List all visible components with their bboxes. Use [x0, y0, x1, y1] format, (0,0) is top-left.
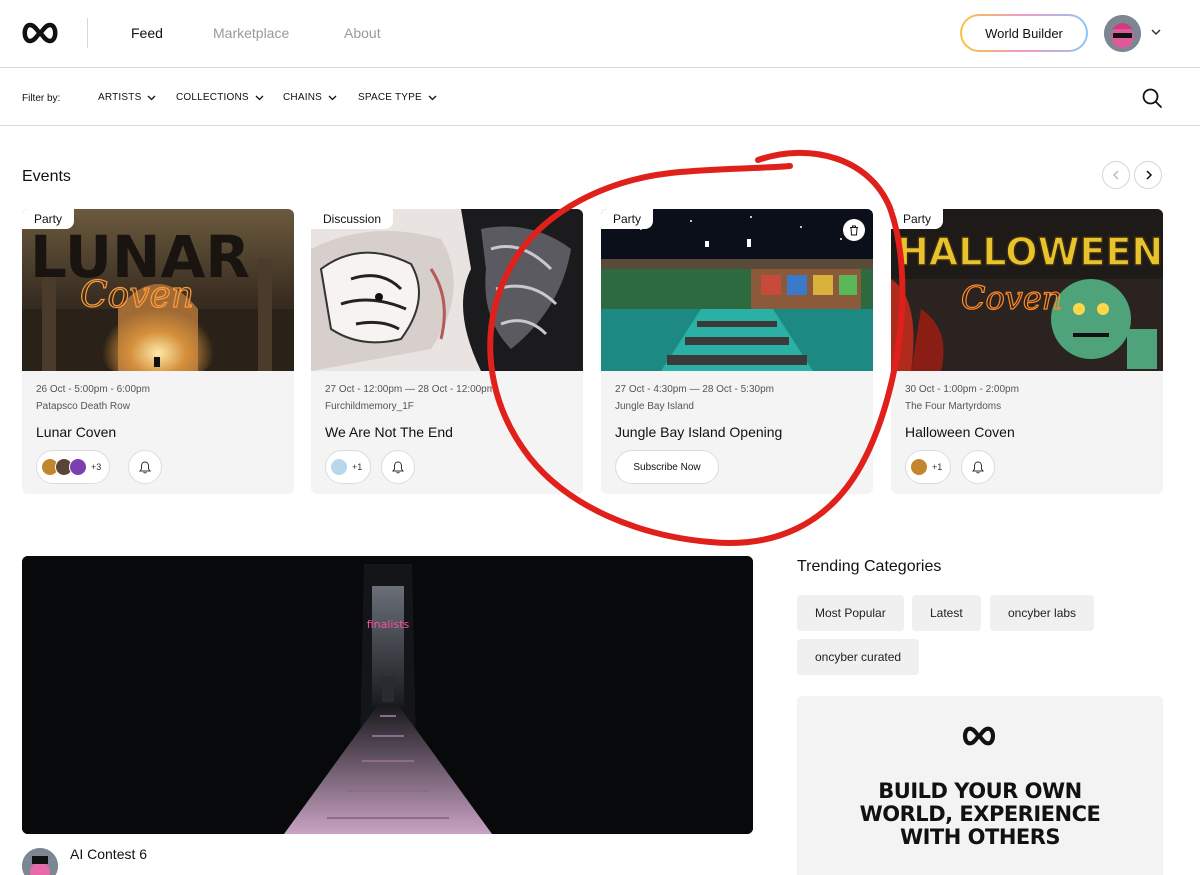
- featured-space-image[interactable]: finalists: [22, 556, 753, 834]
- attendee-count: +1: [352, 462, 363, 472]
- oncyber-logo-icon[interactable]: [20, 21, 60, 45]
- bell-icon: [972, 460, 984, 473]
- filter-artists-label: ARTISTS: [98, 92, 142, 103]
- trash-icon: [850, 225, 858, 235]
- event-title: Jungle Bay Island Opening: [615, 424, 783, 440]
- halloween-image-title: HALLOWEEN: [897, 230, 1163, 274]
- promo-line-3: WITH OTHERS: [899, 825, 1061, 849]
- account-menu-chevron-icon[interactable]: [1150, 27, 1162, 37]
- event-venue: Jungle Bay Island: [615, 401, 694, 412]
- event-image: [601, 209, 873, 371]
- event-title: Halloween Coven: [905, 424, 1015, 440]
- header-divider: [87, 18, 88, 48]
- creator-avatar[interactable]: [22, 848, 58, 875]
- promo-headline: BUILD YOUR OWN WORLD, EXPERIENCE WITH OT…: [797, 780, 1163, 849]
- event-title: Lunar Coven: [36, 424, 117, 440]
- promo-line-1: BUILD YOUR OWN: [878, 779, 1082, 803]
- notify-button[interactable]: [128, 450, 162, 484]
- halloween-image-subtitle: Coven: [961, 279, 1062, 317]
- filter-collections[interactable]: COLLECTIONS: [176, 92, 264, 103]
- event-card-we-are-not-the-end[interactable]: Discussion 27 Oct - 12:00pm — 28 Oct - 1…: [311, 209, 583, 494]
- event-venue: Furchildmemory_1F: [325, 401, 414, 412]
- filter-label: Filter by:: [22, 93, 61, 104]
- event-card-lunar-coven[interactable]: LUNAR Coven Party 26 Oct - 5:00pm - 6:00…: [22, 209, 294, 494]
- event-tag: Party: [891, 209, 944, 229]
- category-oncyber-curated[interactable]: oncyber curated: [797, 639, 920, 675]
- nav-feed[interactable]: Feed: [131, 25, 163, 41]
- event-title: We Are Not The End: [325, 424, 453, 440]
- nav-marketplace[interactable]: Marketplace: [213, 25, 289, 41]
- event-venue: The Four Martyrdoms: [905, 401, 1002, 412]
- event-date: 26 Oct - 5:00pm - 6:00pm: [36, 384, 150, 395]
- filter-chains[interactable]: CHAINS: [283, 92, 337, 103]
- world-builder-button[interactable]: World Builder: [960, 14, 1088, 52]
- attendee-count: +1: [932, 462, 943, 472]
- bell-icon: [392, 460, 404, 473]
- featured-image-text: finalists: [367, 618, 410, 631]
- lunar-image-subtitle: Coven: [80, 275, 194, 316]
- user-avatar[interactable]: [1104, 15, 1141, 52]
- attendees-pill[interactable]: +1: [905, 450, 952, 484]
- events-prev-button[interactable]: [1102, 161, 1130, 189]
- top-navigation-bar: Feed Marketplace About World Builder: [0, 0, 1200, 68]
- events-next-button[interactable]: [1134, 161, 1162, 189]
- attendee-avatar: [330, 458, 348, 476]
- promo-line-2: WORLD, EXPERIENCE: [859, 802, 1101, 826]
- events-title: Events: [22, 168, 71, 185]
- bell-icon: [139, 460, 151, 473]
- featured-space-title[interactable]: AI Contest 6: [70, 846, 147, 862]
- attendee-count: +3: [91, 462, 102, 472]
- event-image: LUNAR Coven: [22, 209, 294, 371]
- event-tag: Discussion: [311, 209, 394, 229]
- event-image: HALLOWEEN Coven: [891, 209, 1163, 371]
- attendee-avatar: [69, 458, 87, 476]
- event-image: [311, 209, 583, 371]
- chevron-left-icon: [1112, 170, 1119, 180]
- category-latest[interactable]: Latest: [912, 595, 981, 631]
- event-tag: Party: [22, 209, 75, 229]
- build-world-promo: BUILD YOUR OWN WORLD, EXPERIENCE WITH OT…: [797, 696, 1163, 875]
- filter-collections-label: COLLECTIONS: [176, 92, 249, 103]
- notify-button[interactable]: [381, 450, 415, 484]
- oncyber-logo-icon: [962, 726, 996, 746]
- event-card-jungle-bay-island[interactable]: Party 27 Oct - 4:30pm — 28 Oct - 5:30pm …: [601, 209, 873, 494]
- chevron-down-icon: [255, 95, 264, 100]
- attendees-pill[interactable]: +1: [325, 450, 372, 484]
- chevron-down-icon: [428, 95, 437, 100]
- notify-button[interactable]: [961, 450, 995, 484]
- category-most-popular[interactable]: Most Popular: [797, 595, 904, 631]
- search-icon[interactable]: [1141, 87, 1163, 109]
- filter-space-type-label: SPACE TYPE: [358, 92, 422, 103]
- event-tag: Party: [601, 209, 654, 229]
- attendees-pill[interactable]: +3: [36, 450, 111, 484]
- event-venue: Patapsco Death Row: [36, 401, 130, 412]
- attendee-avatar: [910, 458, 928, 476]
- chevron-right-icon: [1145, 170, 1152, 180]
- subscribe-now-button[interactable]: Subscribe Now: [615, 450, 719, 484]
- chevron-down-icon: [147, 95, 156, 100]
- delete-event-button[interactable]: [843, 219, 865, 241]
- trending-categories-title: Trending Categories: [797, 558, 942, 575]
- filter-chains-label: CHAINS: [283, 92, 322, 103]
- filter-artists[interactable]: ARTISTS: [98, 92, 156, 103]
- category-oncyber-labs[interactable]: oncyber labs: [990, 595, 1095, 631]
- event-date: 27 Oct - 12:00pm — 28 Oct - 12:00pm: [325, 384, 496, 395]
- nav-about[interactable]: About: [344, 25, 381, 41]
- chevron-down-icon: [328, 95, 337, 100]
- event-date: 27 Oct - 4:30pm — 28 Oct - 5:30pm: [615, 384, 774, 395]
- filter-bar: Filter by: ARTISTS COLLECTIONS CHAINS SP…: [0, 69, 1200, 126]
- filter-space-type[interactable]: SPACE TYPE: [358, 92, 437, 103]
- event-date: 30 Oct - 1:00pm - 2:00pm: [905, 384, 1019, 395]
- event-card-halloween-coven[interactable]: HALLOWEEN Coven Party 30 Oct - 1:00pm - …: [891, 209, 1163, 494]
